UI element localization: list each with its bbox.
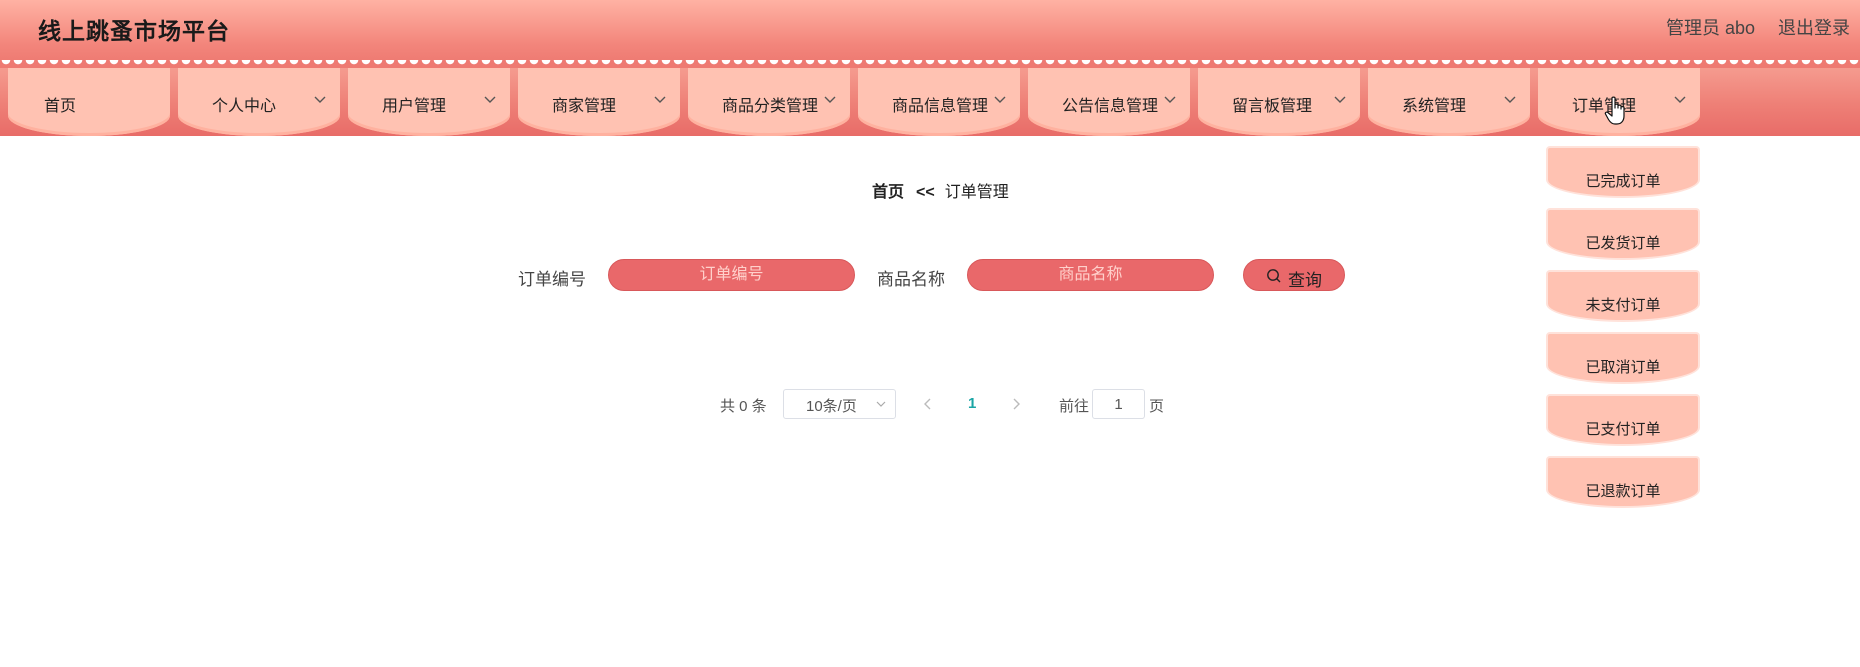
header-scallop-trim: [0, 60, 1860, 68]
chevron-down-icon: [1164, 96, 1176, 103]
main-nav: 首页 个人中心 用户管理 商家管理 商品分类管理 商品信息管理 公告信息管理 留…: [0, 68, 1860, 136]
nav-item-announcement-management[interactable]: 公告信息管理: [1028, 68, 1190, 136]
dropdown-item-label: 已完成订单: [1585, 173, 1661, 190]
nav-item-message-board[interactable]: 留言板管理: [1198, 68, 1360, 136]
query-button[interactable]: 查询: [1243, 259, 1345, 291]
order-no-input[interactable]: [608, 259, 855, 291]
breadcrumb-separator: <<: [916, 184, 935, 201]
chevron-down-icon: [484, 96, 496, 103]
nav-item-label: 首页: [44, 98, 77, 115]
top-header: 线上跳蚤市场平台 管理员 abo 退出登录: [0, 0, 1860, 62]
page-size-value: 10条/页: [806, 398, 857, 415]
pagination-total: 共 0 条: [720, 398, 767, 415]
dropdown-item-shipped-orders[interactable]: 已发货订单: [1546, 208, 1700, 260]
query-button-label: 查询: [1288, 271, 1322, 290]
goto-label: 前往: [1059, 398, 1090, 415]
nav-item-label: 商家管理: [552, 98, 617, 115]
breadcrumb: 首页 << 订单管理: [872, 178, 1009, 202]
site-title: 线上跳蚤市场平台: [38, 18, 230, 44]
nav-item-label: 公告信息管理: [1062, 98, 1159, 115]
chevron-down-icon: [824, 96, 836, 103]
nav-item-personal-center[interactable]: 个人中心: [178, 68, 340, 136]
dropdown-item-refunded-orders[interactable]: 已退款订单: [1546, 456, 1700, 508]
dropdown-item-label: 已发货订单: [1585, 235, 1661, 252]
page-unit-label: 页: [1149, 398, 1165, 415]
breadcrumb-home-link[interactable]: 首页: [872, 184, 904, 201]
nav-item-product-management[interactable]: 商品信息管理: [858, 68, 1020, 136]
product-name-input[interactable]: [967, 259, 1214, 291]
page-number-current[interactable]: 1: [968, 395, 976, 412]
nav-item-label: 用户管理: [382, 98, 447, 115]
nav-item-home[interactable]: 首页: [8, 68, 170, 136]
prev-page-icon[interactable]: [920, 394, 936, 414]
breadcrumb-current: 订单管理: [944, 184, 1009, 201]
search-icon: [1267, 269, 1281, 283]
next-page-icon[interactable]: [1008, 394, 1024, 414]
chevron-down-icon: [876, 401, 886, 407]
dropdown-item-label: 已支付订单: [1585, 421, 1661, 438]
dropdown-item-completed-orders[interactable]: 已完成订单: [1546, 146, 1700, 198]
goto-page-input[interactable]: [1092, 389, 1145, 419]
chevron-down-icon: [314, 96, 326, 103]
nav-item-merchant-management[interactable]: 商家管理: [518, 68, 680, 136]
page-size-select[interactable]: 10条/页: [783, 389, 896, 419]
chevron-down-icon: [1334, 96, 1346, 103]
dropdown-item-label: 已取消订单: [1585, 359, 1661, 376]
dropdown-item-label: 未支付订单: [1585, 297, 1661, 314]
nav-item-system-management[interactable]: 系统管理: [1368, 68, 1530, 136]
nav-item-label: 留言板管理: [1232, 98, 1313, 115]
nav-item-label: 商品分类管理: [722, 98, 819, 115]
chevron-down-icon: [994, 96, 1006, 103]
chevron-down-icon: [1674, 96, 1686, 103]
nav-item-label: 个人中心: [212, 98, 277, 115]
nav-item-label: 商品信息管理: [892, 98, 989, 115]
chevron-down-icon: [654, 96, 666, 103]
dropdown-item-cancelled-orders[interactable]: 已取消订单: [1546, 332, 1700, 384]
nav-item-label: 系统管理: [1402, 98, 1467, 115]
dropdown-item-label: 已退款订单: [1585, 483, 1661, 500]
nav-item-user-management[interactable]: 用户管理: [348, 68, 510, 136]
nav-item-category-management[interactable]: 商品分类管理: [688, 68, 850, 136]
current-user-label: 管理员 abo: [1665, 18, 1755, 38]
product-name-label: 商品名称: [877, 270, 945, 289]
dropdown-item-paid-orders[interactable]: 已支付订单: [1546, 394, 1700, 446]
logout-link[interactable]: 退出登录: [1778, 14, 1850, 40]
hand-cursor-icon: [1604, 96, 1625, 125]
dropdown-item-unpaid-orders[interactable]: 未支付订单: [1546, 270, 1700, 322]
chevron-down-icon: [1504, 96, 1516, 103]
order-no-label: 订单编号: [518, 270, 586, 289]
